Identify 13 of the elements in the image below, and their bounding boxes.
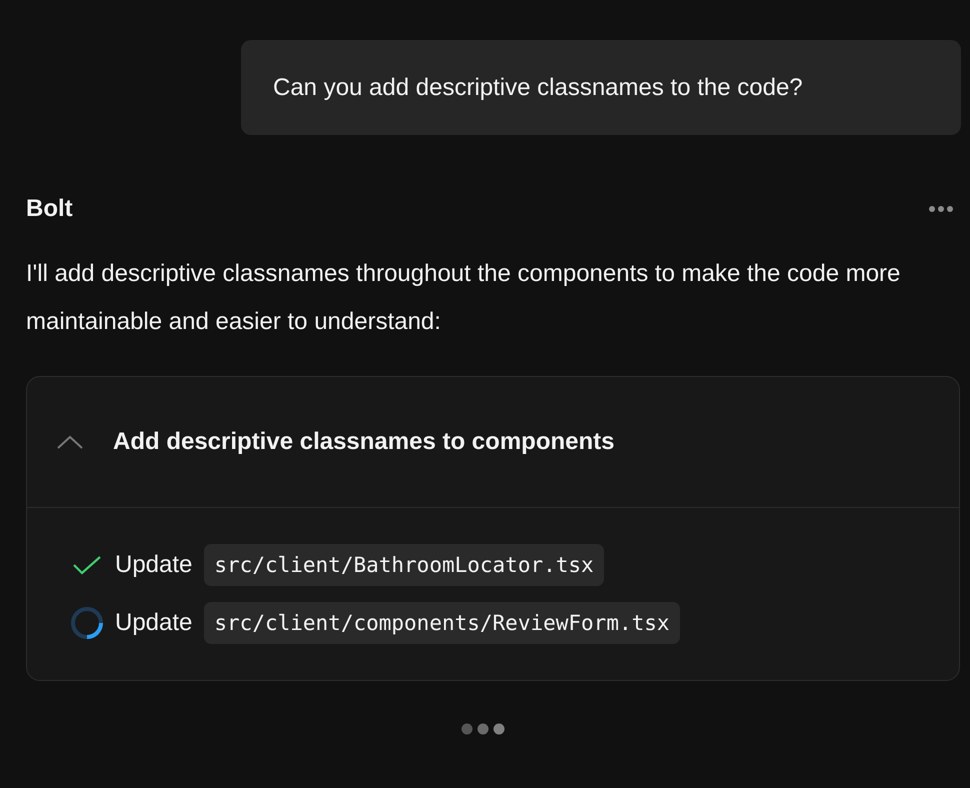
more-icon[interactable]: [929, 206, 953, 212]
task-label: Update: [115, 609, 192, 637]
chevron-icon[interactable]: [57, 435, 83, 449]
assistant-name: Bolt: [26, 195, 73, 223]
checkmark-icon: [71, 554, 103, 576]
assistant-message: I'll add descriptive classnames throughout the components to make the code more maintainable and easier to understand:: [26, 259, 902, 337]
file-path: src/client/components/ReviewForm.tsx: [204, 602, 680, 644]
user-message: Can you add descriptive classnames to the code?: [241, 40, 961, 135]
typing-indicator-icon: [460, 723, 506, 735]
file-path: src/client/BathroomLocator.tsx: [204, 544, 604, 586]
task-label: Update: [115, 551, 192, 579]
spinner-icon: [70, 606, 104, 640]
card-title: Add descriptive classnames to components: [113, 428, 614, 456]
